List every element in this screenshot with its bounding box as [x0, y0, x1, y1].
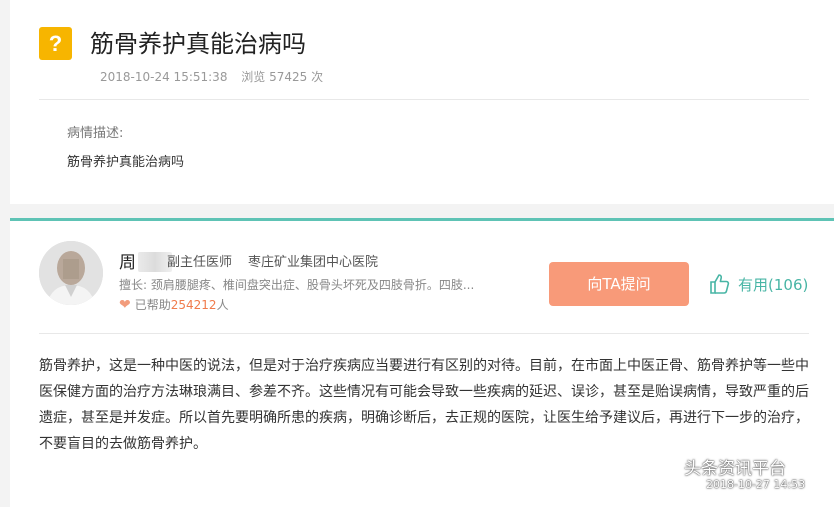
doctor-avatar[interactable] — [39, 241, 103, 305]
watermark-text: 头条资讯平台 — [684, 459, 786, 479]
question-datetime: 2018-10-24 15:51:38 — [100, 70, 228, 84]
divider — [39, 333, 809, 334]
answer-text: 筋骨养护，这是一种中医的说法，但是对于治疗疾病应当要进行有区别的对待。目前，在市… — [39, 358, 809, 452]
helped-count: 254212 — [170, 298, 217, 312]
useful-label: 有用(106) — [738, 275, 809, 294]
ask-doctor-button[interactable]: 向TA提问 — [549, 262, 689, 306]
doctor-title: 副主任医师 — [167, 255, 233, 270]
question-title: 筋骨养护真能治病吗 — [90, 30, 306, 58]
doctor-name[interactable]: 周 — [119, 248, 172, 273]
question-mark-icon: ? — [39, 27, 72, 60]
screenshot-timestamp: 2018-10-27 14:53 — [706, 478, 806, 491]
watermark: 头条资讯平台 — [652, 454, 786, 479]
helped-count-row: ❤ 已帮助254212人 — [119, 296, 229, 313]
heart-icon: ❤ — [119, 297, 131, 313]
helped-prefix: 已帮助 — [134, 298, 171, 312]
question-card: ? 筋骨养护真能治病吗 2018-10-24 15:51:38 浏览 57425… — [10, 0, 834, 204]
thumbs-up-icon — [710, 274, 730, 294]
question-views: 浏览 57425 次 — [241, 70, 324, 84]
helped-suffix: 人 — [216, 298, 229, 312]
avatar-image — [39, 241, 103, 305]
doctor-specialty: 擅长: 颈肩腰腿疼、椎间盘突出症、股骨头坏死及四肢骨折。四肢... — [119, 278, 475, 292]
doctor-hospital[interactable]: 枣庄矿业集团中心医院 — [248, 251, 378, 270]
divider — [39, 99, 809, 100]
doctor-name-text: 周 — [119, 253, 136, 273]
question-meta: 2018-10-24 15:51:38 浏览 57425 次 — [100, 68, 323, 85]
description-label: 病情描述: — [67, 126, 124, 141]
wechat-icon — [652, 456, 678, 476]
description-text: 筋骨养护真能治病吗 — [67, 155, 185, 170]
useful-button[interactable]: 有用(106) — [708, 269, 808, 299]
